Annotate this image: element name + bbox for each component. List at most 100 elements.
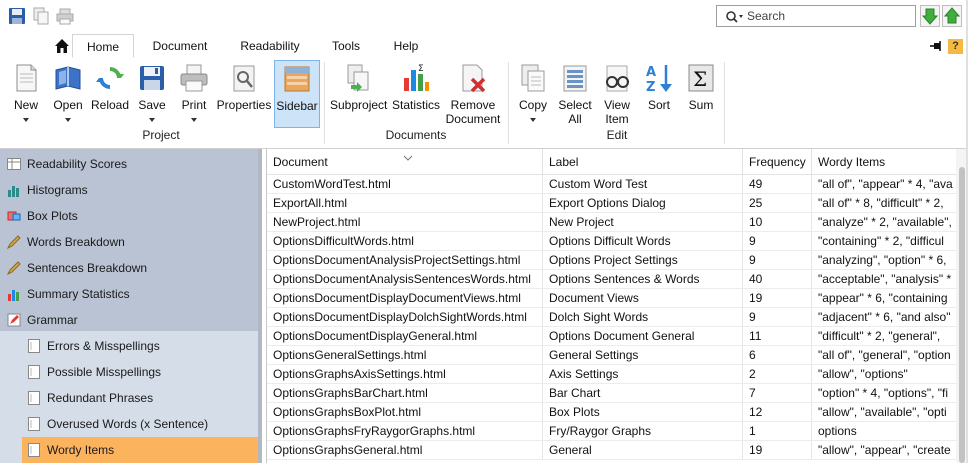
tab-document[interactable]: Document (142, 34, 218, 58)
subproject-button[interactable]: Subproject (330, 60, 387, 126)
wordy-items-table: Document Label Frequency Wordy Items Cus… (266, 149, 957, 463)
cell-label: Export Options Dialog (543, 194, 743, 213)
print-quick-icon[interactable] (56, 7, 74, 25)
sort-indicator-icon (403, 150, 413, 164)
glasses-icon (606, 65, 629, 92)
sidebar-item-readability-scores[interactable]: Readability Scores (0, 151, 258, 177)
new-button[interactable]: New (6, 60, 46, 126)
cell-document: OptionsGraphsBoxPlot.html (267, 403, 543, 422)
cell-wordy-items: "all of", "general", "option (818, 348, 951, 362)
sidebar-item-possible-misspellings[interactable]: Possible Misspellings (22, 359, 258, 385)
cell-label: Document Views (543, 289, 743, 308)
statistics-icon: Σ (404, 64, 429, 91)
cell-label: Custom Word Test (543, 175, 743, 194)
sidebar-item-words-breakdown[interactable]: Words Breakdown (0, 229, 258, 255)
statistics-button[interactable]: Σ Statistics (390, 60, 442, 126)
group-edit-label: Edit (606, 128, 628, 142)
sum-button[interactable]: Σ Sum (682, 60, 720, 126)
sidebar-item-wordy-items[interactable]: Wordy Items (22, 437, 258, 463)
select-all-button[interactable]: Select All (556, 60, 594, 126)
search-box[interactable] (716, 5, 916, 27)
next-result-icon[interactable] (920, 5, 940, 27)
properties-button[interactable]: Properties (216, 60, 272, 126)
cell-wordy-items: "acceptable", "analysis" * (818, 272, 952, 286)
cell-document: OptionsDocumentDisplayGeneral.html (267, 327, 543, 346)
statistics-icon (8, 290, 19, 301)
properties-icon (233, 65, 255, 92)
cell-wordy-items: "analyzing", "option" * 6, (818, 253, 947, 267)
help-button[interactable]: ? (948, 39, 963, 54)
document-icon (28, 391, 40, 405)
reload-button[interactable]: Reload (90, 60, 130, 126)
new-document-icon (16, 64, 37, 92)
cell-frequency: 12 (743, 403, 812, 422)
tab-tools[interactable]: Tools (322, 34, 370, 58)
cell-label: Axis Settings (543, 365, 743, 384)
table-icon (7, 158, 21, 170)
cell-wordy-items: "allow", "appear", "create (818, 443, 951, 457)
sort-button[interactable]: AZ Sort (640, 60, 678, 126)
column-header-label[interactable]: Label (543, 149, 743, 174)
tab-help[interactable]: Help (384, 34, 428, 58)
copy-quick-icon[interactable] (32, 7, 50, 25)
cell-frequency: 19 (743, 289, 812, 308)
select-all-icon (563, 65, 587, 92)
sidebar-item-overused-words[interactable]: Overused Words (x Sentence) (22, 411, 258, 437)
cell-wordy-items: "containing" * 2, "difficul (818, 234, 944, 248)
ribbon-separator (724, 62, 725, 144)
cell-wordy-items: "adjacent" * 6, "and also" (818, 310, 951, 324)
search-icon[interactable] (725, 10, 745, 27)
floppy-disk-icon (140, 66, 164, 90)
view-item-button[interactable]: View Item (598, 60, 636, 126)
group-project-label: Project (142, 128, 180, 142)
column-header-frequency[interactable]: Frequency (743, 149, 812, 174)
sidebar-item-grammar[interactable]: Grammar (0, 307, 258, 333)
copy-icon (521, 64, 545, 92)
document-icon (28, 417, 40, 431)
histogram-icon (8, 186, 19, 197)
sidebar-item-errors-misspellings[interactable]: Errors & Misspellings (22, 333, 258, 359)
cell-frequency: 49 (743, 175, 812, 194)
sidebar-splitter[interactable] (258, 149, 262, 463)
sort-az-icon: AZ (646, 65, 672, 94)
cell-document: OptionsDocumentDisplayDocumentViews.html (267, 289, 543, 308)
cell-wordy-items: "all of" * 8, "difficult" * 2, (818, 196, 944, 210)
cell-frequency: 9 (743, 251, 812, 270)
home-icon[interactable] (54, 38, 70, 57)
cell-frequency: 1 (743, 422, 812, 441)
cell-wordy-items: "analyze" * 2, "available", (818, 215, 952, 229)
cell-label: Box Plots (543, 403, 743, 422)
box-plot-icon (7, 211, 21, 221)
previous-result-icon[interactable] (942, 5, 962, 27)
tab-readability[interactable]: Readability (232, 34, 308, 58)
sidebar-item-redundant-phrases[interactable]: Redundant Phrases (22, 385, 258, 411)
copy-button[interactable]: Copy (514, 60, 552, 126)
cell-frequency: 11 (743, 327, 812, 346)
cell-wordy-items: "allow", "available", "opti (818, 405, 947, 419)
column-header-wordy-items[interactable]: Wordy Items (812, 149, 957, 174)
search-input[interactable] (747, 8, 911, 24)
save-button[interactable]: Save (132, 60, 172, 126)
sidebar-item-box-plots[interactable]: Box Plots (0, 203, 258, 229)
sidebar-button[interactable]: Sidebar (274, 60, 320, 128)
save-quick-icon[interactable] (8, 7, 26, 25)
print-button[interactable]: Print (174, 60, 214, 126)
tab-home[interactable]: Home (72, 34, 134, 58)
document-icon (28, 365, 40, 379)
pencil-icon (7, 261, 21, 275)
pin-ribbon-icon[interactable] (930, 40, 944, 55)
sidebar-item-summary-statistics[interactable]: Summary Statistics (0, 281, 258, 307)
remove-document-button[interactable]: Remove Document (444, 60, 502, 126)
scrollbar-thumb[interactable] (959, 167, 965, 463)
sidebar-item-sentences-breakdown[interactable]: Sentences Breakdown (0, 255, 258, 281)
sidebar: Readability Scores Histograms Box Plots … (0, 149, 262, 463)
cell-label: Options Sentences & Words (543, 270, 743, 289)
group-documents-label: Documents (385, 128, 447, 142)
sidebar-item-histograms[interactable]: Histograms (0, 177, 258, 203)
pencil-icon (7, 235, 21, 249)
cell-document: OptionsDocumentAnalysisSentencesWords.ht… (267, 270, 543, 289)
cell-label: New Project (543, 213, 743, 232)
open-button[interactable]: Open (48, 60, 88, 126)
cell-label: Fry/Raygor Graphs (543, 422, 743, 441)
cell-wordy-items: "difficult" * 2, "general", (818, 329, 941, 343)
